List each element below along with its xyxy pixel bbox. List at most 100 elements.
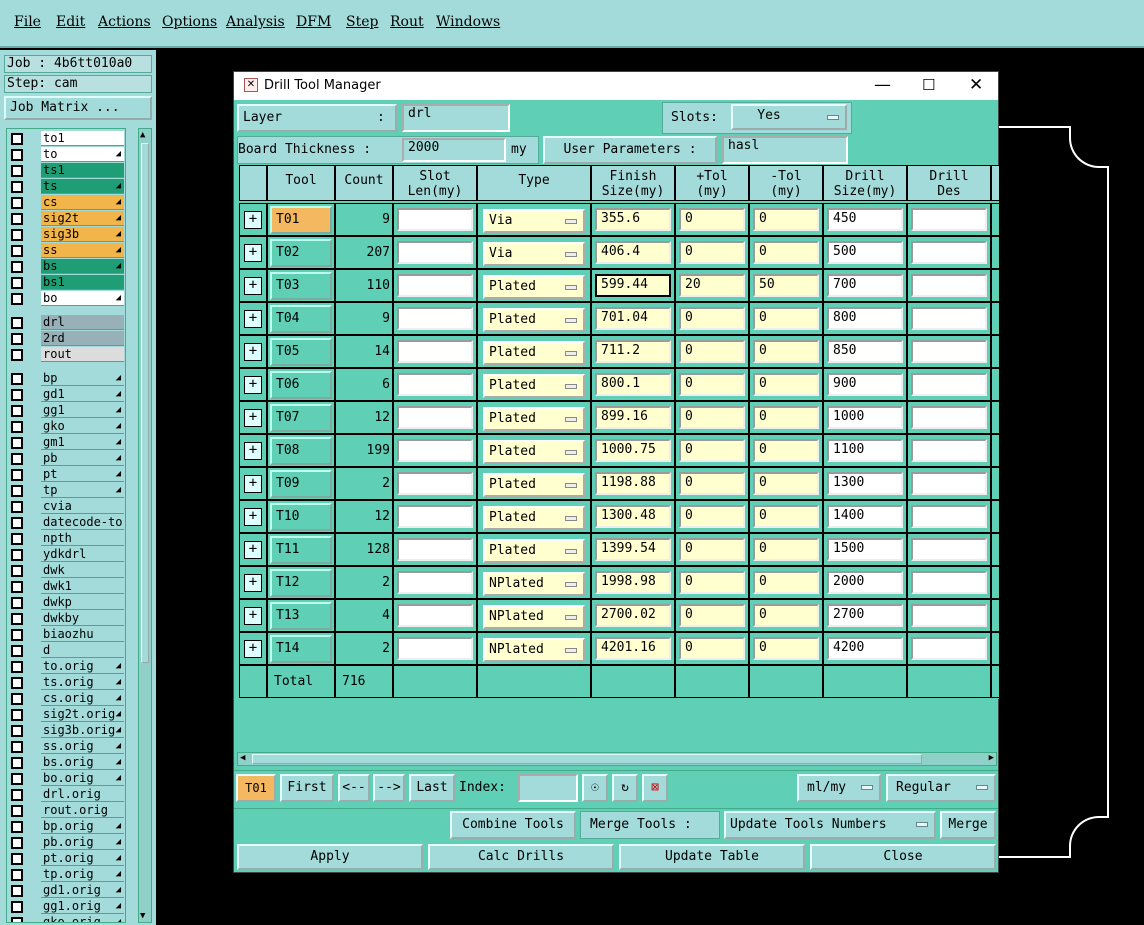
layer-name[interactable]: ss.orig ◢ — [41, 739, 124, 754]
layer-row[interactable]: gg1 ◢ — [7, 403, 125, 419]
layer-row[interactable]: 2rd — [7, 331, 125, 347]
plus-tol-input[interactable]: 0 — [679, 241, 745, 264]
minus-tol-input[interactable]: 0 — [753, 208, 819, 231]
scroll-down-icon[interactable]: ▼ — [140, 911, 150, 921]
expand-plus-icon[interactable]: + — [244, 211, 262, 229]
expand-plus-icon[interactable]: + — [244, 442, 262, 460]
scroll-thumb[interactable] — [141, 143, 149, 663]
finish-size-input[interactable]: 1399.54 — [595, 538, 671, 561]
layer-row[interactable]: tp.orig ◢ — [7, 867, 125, 883]
finish-size-input[interactable]: 1000.75 — [595, 439, 671, 462]
drill-des-input[interactable] — [911, 406, 987, 429]
type-dropdown[interactable]: Plated — [483, 374, 585, 398]
layer-name[interactable]: gko.orig ◢ — [41, 915, 124, 922]
expand-plus-icon[interactable]: + — [244, 376, 262, 394]
layer-checkbox[interactable] — [11, 389, 23, 401]
layer-row[interactable]: sig2t ◢ — [7, 211, 125, 227]
slot-len-input[interactable] — [397, 571, 473, 594]
type-dropdown[interactable]: Plated — [483, 506, 585, 530]
type-dropdown[interactable]: NPlated — [483, 638, 585, 662]
layer-name[interactable]: gko ◢ — [41, 419, 124, 434]
slot-len-input[interactable] — [397, 472, 473, 495]
expand-plus-icon[interactable]: + — [244, 343, 262, 361]
layer-checkbox[interactable] — [11, 317, 23, 329]
layer-checkbox[interactable] — [11, 133, 23, 145]
layer-name[interactable]: sig2t.orig ◢ — [41, 707, 124, 722]
expand-plus-icon[interactable]: + — [244, 277, 262, 295]
expand-plus-icon[interactable]: + — [244, 508, 262, 526]
layer-row[interactable]: ts.orig ◢ — [7, 675, 125, 691]
update-tools-numbers-dropdown[interactable]: Update Tools Numbers — [724, 811, 936, 839]
layer-row[interactable]: gd1.orig ◢ — [7, 883, 125, 899]
layer-name[interactable]: cs ◢ — [41, 195, 124, 210]
minus-tol-input[interactable]: 50 — [753, 274, 819, 297]
refresh-icon[interactable]: ↻ — [612, 774, 638, 802]
layer-row[interactable]: bo ◢ — [7, 291, 125, 307]
drill-size-input[interactable]: 900 — [827, 373, 903, 396]
layer-checkbox[interactable] — [11, 869, 23, 881]
finish-size-input[interactable]: 1300.48 — [595, 505, 671, 528]
drill-des-input[interactable] — [911, 340, 987, 363]
layer-row[interactable]: pb.orig ◢ — [7, 835, 125, 851]
layer-name[interactable]: ydkdrl — [41, 547, 124, 562]
layer-checkbox[interactable] — [11, 501, 23, 513]
type-dropdown[interactable]: Plated — [483, 308, 585, 332]
finish-size-input[interactable]: 899.16 — [595, 406, 671, 429]
layer-checkbox[interactable] — [11, 485, 23, 497]
row-selector[interactable]: + — [239, 368, 267, 401]
layer-checkbox[interactable] — [11, 837, 23, 849]
layer-name[interactable]: ts.orig ◢ — [41, 675, 124, 690]
layer-button[interactable]: Layer : — [237, 104, 397, 132]
slot-len-input[interactable] — [397, 538, 473, 561]
layer-checkbox[interactable] — [11, 677, 23, 689]
minus-tol-input[interactable]: 0 — [753, 604, 819, 627]
layer-row[interactable]: sig3b ◢ — [7, 227, 125, 243]
layer-checkbox[interactable] — [11, 349, 23, 361]
slot-len-input[interactable] — [397, 208, 473, 231]
layer-checkbox[interactable] — [11, 421, 23, 433]
row-selector[interactable]: + — [239, 566, 267, 599]
drill-size-input[interactable]: 700 — [827, 274, 903, 297]
tool-button[interactable]: T04 — [270, 305, 332, 333]
layer-name[interactable]: bs ◢ — [41, 259, 124, 274]
layer-row[interactable]: pt ◢ — [7, 467, 125, 483]
finish-size-input[interactable]: 800.1 — [595, 373, 671, 396]
layer-name[interactable]: 2rd — [41, 331, 124, 346]
layer-row[interactable]: bp ◢ — [7, 371, 125, 387]
mode-dropdown[interactable]: Regular — [886, 774, 996, 802]
close-button[interactable]: Close — [810, 844, 996, 870]
menu-edit[interactable]: Edit — [56, 14, 85, 30]
layer-row[interactable]: ts ◢ — [7, 179, 125, 195]
layer-name[interactable]: pt ◢ — [41, 467, 124, 482]
plus-tol-input[interactable]: 0 — [679, 604, 745, 627]
layer-name[interactable]: drl — [41, 315, 124, 330]
layer-name[interactable]: bo.orig ◢ — [41, 771, 124, 786]
tool-button[interactable]: T03 — [270, 272, 332, 300]
layer-row[interactable]: sig3b.orig ◢ — [7, 723, 125, 739]
layer-checkbox[interactable] — [11, 549, 23, 561]
layer-checkbox[interactable] — [11, 773, 23, 785]
layer-name[interactable]: to.orig ◢ — [41, 659, 124, 674]
layer-row[interactable]: gg1.orig ◢ — [7, 899, 125, 915]
layer-name[interactable]: bs.orig ◢ — [41, 755, 124, 770]
drill-des-input[interactable] — [911, 571, 987, 594]
next-button[interactable]: --> — [373, 774, 405, 802]
scroll-left-icon[interactable]: ◀ — [240, 753, 245, 763]
first-button[interactable]: First — [280, 774, 334, 802]
drill-des-input[interactable] — [911, 241, 987, 264]
layer-checkbox[interactable] — [11, 789, 23, 801]
layer-name[interactable]: dwk1 — [41, 579, 124, 594]
type-dropdown[interactable]: NPlated — [483, 605, 585, 629]
type-dropdown[interactable]: Plated — [483, 440, 585, 464]
hscroll-thumb[interactable] — [252, 754, 922, 764]
layer-row[interactable]: drl — [7, 315, 125, 331]
layer-checkbox[interactable] — [11, 453, 23, 465]
type-dropdown[interactable]: NPlated — [483, 572, 585, 596]
plus-tol-input[interactable]: 0 — [679, 373, 745, 396]
minus-tol-input[interactable]: 0 — [753, 241, 819, 264]
drill-des-input[interactable] — [911, 505, 987, 528]
plus-tol-input[interactable]: 0 — [679, 538, 745, 561]
slot-len-input[interactable] — [397, 373, 473, 396]
drill-size-input[interactable]: 1100 — [827, 439, 903, 462]
row-selector[interactable]: + — [239, 467, 267, 500]
